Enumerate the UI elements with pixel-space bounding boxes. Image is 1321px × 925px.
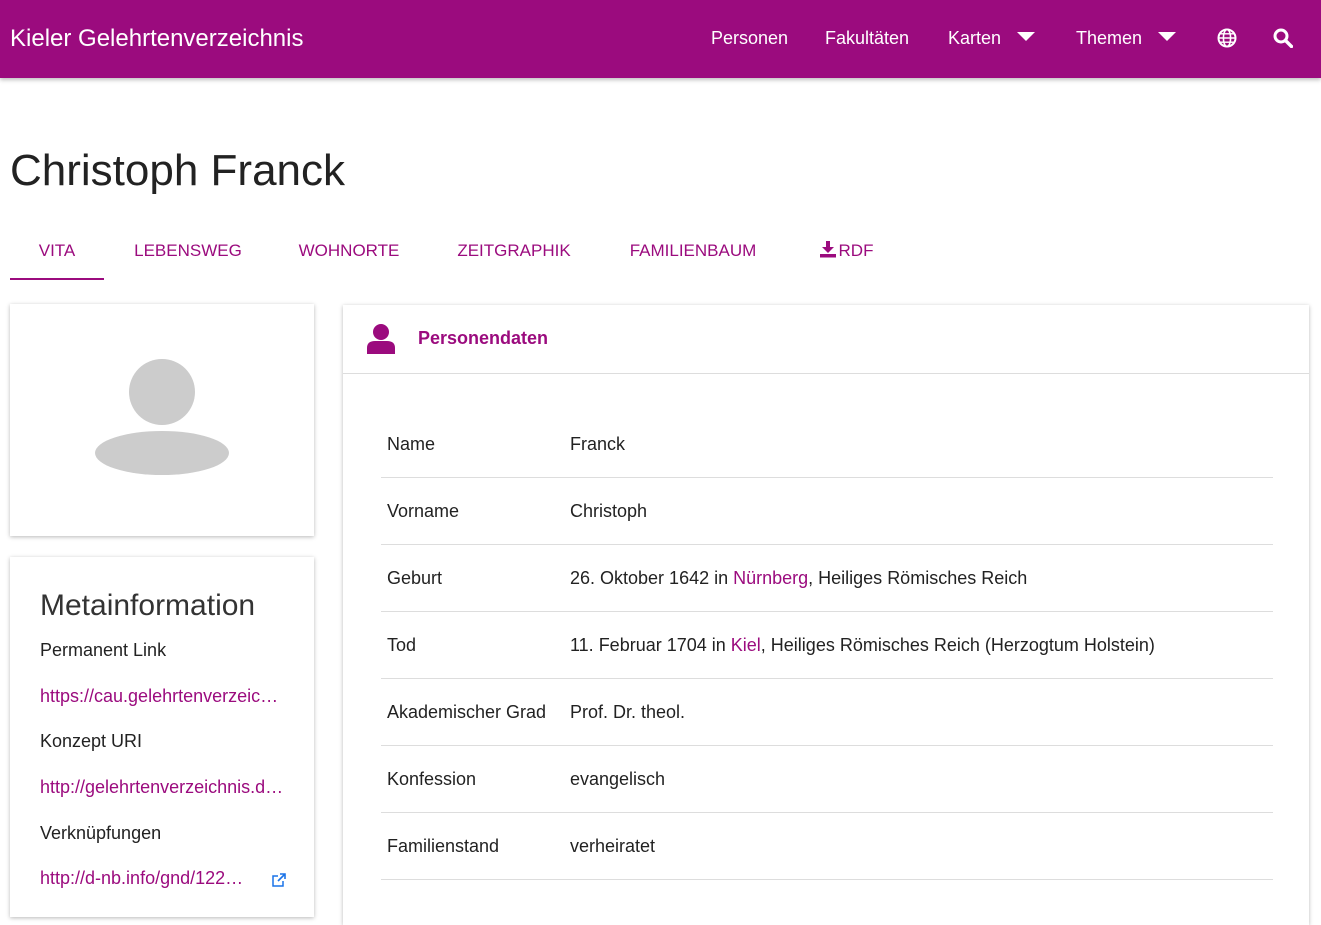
tab-bar: VITA LEBENSWEG WOHNORTE ZEITGRAPHIK FAMI… [10, 230, 910, 280]
concept-uri-link[interactable]: http://gelehrtenverzeichnis.de/person/… [40, 777, 288, 798]
download-icon [819, 241, 836, 258]
external-link-icon[interactable] [272, 873, 286, 892]
table-row-konfession: Konfession evangelisch [381, 746, 1273, 813]
row-value: evangelisch [570, 769, 666, 789]
gnd-link[interactable]: http://d-nb.info/gnd/122… [40, 868, 262, 889]
row-value: verheiratet [570, 836, 656, 856]
site-brand[interactable]: Kieler Gelehrtenverzeichnis [10, 25, 303, 53]
row-label: Vorname [387, 501, 460, 521]
nav-karten-dropdown[interactable]: Karten [948, 28, 1036, 49]
caret-down-icon [1158, 32, 1177, 41]
birth-date-text: 26. Oktober 1642 in [570, 568, 734, 588]
nav-fakultaeten-label: Fakultäten [825, 28, 910, 48]
tab-familienbaum[interactable]: FAMILIENBAUM [618, 230, 768, 278]
table-row-geburt: Geburt 26. Oktober 1642 in Nürnberg, Hei… [381, 545, 1273, 612]
nav-themen-label: Themen [1076, 28, 1143, 48]
caret-down-icon [1017, 32, 1036, 41]
top-navbar: Kieler Gelehrtenverzeichnis Personen Fak… [0, 0, 1321, 78]
person-icon [367, 324, 395, 359]
concept-uri-label: Konzept URI [40, 731, 143, 751]
personendaten-card: Personendaten Name Franck Vorname Christ… [343, 305, 1309, 925]
links-label: Verknüpfungen [40, 823, 162, 843]
row-label: Akademischer Grad [387, 702, 547, 722]
row-value: 26. Oktober 1642 in Nürnberg, Heiliges R… [570, 568, 1027, 589]
tab-rdf-label: RDF [838, 241, 874, 260]
nav-personen-label: Personen [711, 28, 789, 48]
personendaten-title: Personendaten [418, 328, 549, 348]
nav-karten-label: Karten [948, 28, 1002, 48]
birth-place-suffix: , Heiliges Römisches Reich [808, 568, 1028, 588]
table-row-familienstand: Familienstand verheiratet [381, 813, 1273, 880]
table-row-vorname: Vorname Christoph [381, 478, 1273, 545]
personendaten-table: Name Franck Vorname Christoph Geburt 26.… [381, 411, 1273, 880]
row-value: Prof. Dr. theol. [570, 702, 686, 722]
nav-fakultaeten[interactable]: Fakultäten [825, 28, 909, 49]
metainformation-title: Metainformation [40, 589, 256, 622]
permanent-link[interactable]: https://cau.gelehrtenverzeichnis.de/pers… [40, 686, 288, 707]
row-value: 11. Februar 1704 in Kiel, Heiliges Römis… [570, 635, 1155, 656]
nav-personen[interactable]: Personen [711, 28, 788, 49]
permanent-link-label: Permanent Link [40, 640, 167, 660]
birth-place-link[interactable]: Nürnberg [733, 568, 808, 588]
tab-familienbaum-label: FAMILIENBAUM [629, 241, 757, 260]
nav-themen-dropdown[interactable]: Themen [1076, 28, 1177, 49]
page-title: Christoph Franck [10, 146, 346, 195]
tab-rdf[interactable]: RDF [806, 230, 886, 278]
row-value: Franck [570, 434, 626, 454]
tab-lebensweg[interactable]: LEBENSWEG [124, 230, 252, 278]
person-placeholder-icon [95, 359, 229, 475]
table-row-name: Name Franck [381, 411, 1273, 478]
tab-lebensweg-label: LEBENSWEG [134, 241, 242, 260]
death-place-link[interactable]: Kiel [731, 635, 761, 655]
tab-zeitgraphik-label: ZEITGRAPHIK [457, 241, 571, 260]
metainformation-card: Metainformation Permanent Link https://c… [10, 557, 314, 917]
personendaten-header: Personendaten [343, 305, 1309, 374]
death-place-suffix: , Heiliges Römisches Reich (Herzogtum Ho… [760, 635, 1155, 655]
portrait-card [10, 304, 314, 536]
row-label: Tod [387, 635, 417, 655]
row-label: Geburt [387, 568, 443, 588]
table-row-akademischer-grad: Akademischer Grad Prof. Dr. theol. [381, 679, 1273, 746]
table-row-tod: Tod 11. Februar 1704 in Kiel, Heiliges R… [381, 612, 1273, 679]
row-label: Konfession [387, 769, 477, 789]
death-date-text: 11. Februar 1704 in [570, 635, 731, 655]
tab-vita-label: VITA [38, 241, 76, 260]
globe-icon[interactable] [1217, 28, 1237, 53]
tab-wohnorte-label: WOHNORTE [298, 241, 400, 260]
row-label: Familienstand [387, 836, 500, 856]
tab-wohnorte[interactable]: WOHNORTE [288, 230, 410, 278]
tab-vita[interactable]: VITA [10, 230, 104, 280]
search-icon[interactable] [1273, 28, 1294, 53]
tab-zeitgraphik[interactable]: ZEITGRAPHIK [450, 230, 578, 278]
row-value: Christoph [570, 501, 648, 521]
row-label: Name [387, 434, 436, 454]
